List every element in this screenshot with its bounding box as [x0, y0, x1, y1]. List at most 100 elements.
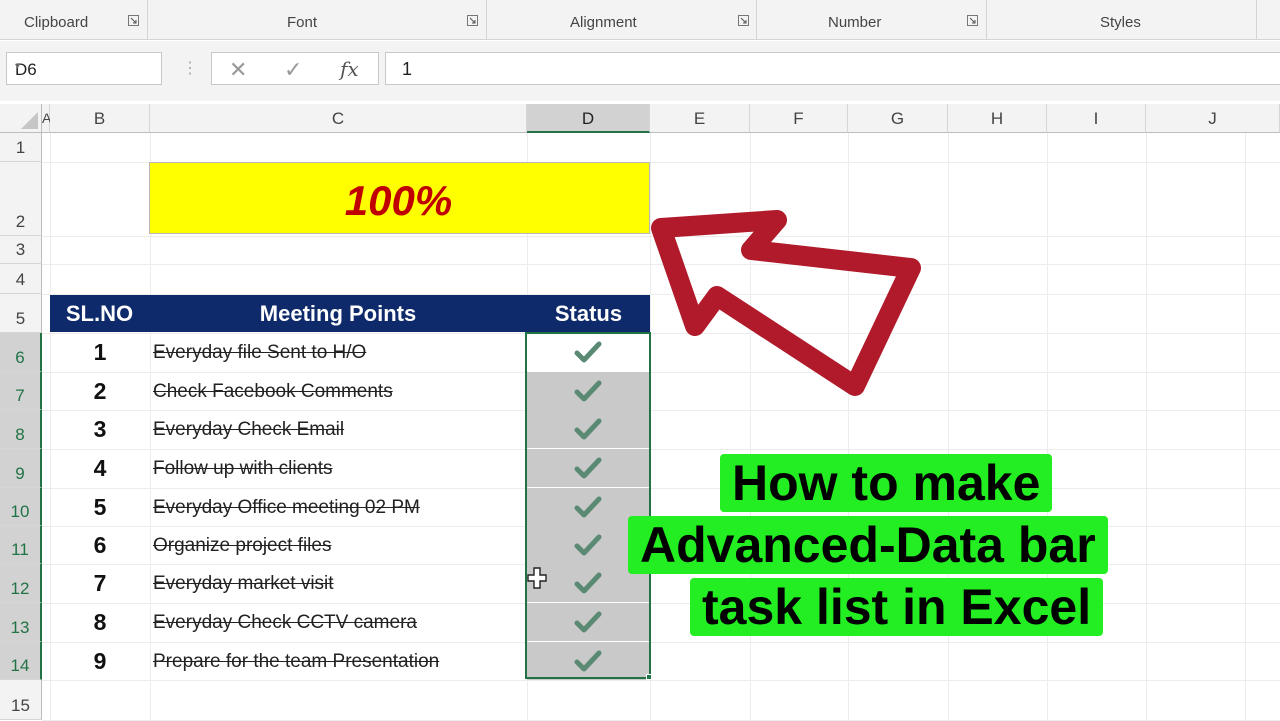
- row-number: 14: [10, 656, 30, 675]
- formula-controls: ✕ ✓ fx: [211, 52, 379, 85]
- header-status: Status: [554, 301, 623, 326]
- column-header-i[interactable]: I: [1047, 104, 1146, 133]
- row-header-9[interactable]: 9: [0, 449, 42, 488]
- ribbon-group-label: Number: [828, 14, 882, 31]
- column-header-g[interactable]: G: [848, 104, 948, 133]
- meeting-point-cell[interactable]: Follow up with clients: [153, 458, 333, 480]
- gridline: [1245, 133, 1246, 720]
- name-box[interactable]: D6 ▾: [6, 52, 162, 85]
- column-header-j[interactable]: J: [1146, 104, 1280, 133]
- row-number: 1: [15, 138, 26, 157]
- dropdown-icon[interactable]: ▾: [15, 61, 155, 72]
- row-header-6[interactable]: 6: [0, 333, 42, 372]
- meeting-point-cell[interactable]: Prepare for the team Presentation: [153, 651, 439, 673]
- meeting-point-cell[interactable]: Everyday Office meeting 02 PM: [153, 497, 420, 519]
- ribbon-group-label: Alignment: [570, 14, 637, 31]
- meeting-point-cell[interactable]: Everyday Check CCTV camera: [153, 612, 417, 634]
- gridline: [42, 680, 1280, 681]
- row-number: 2: [15, 212, 26, 231]
- row-header-11[interactable]: 11: [0, 526, 42, 564]
- dialog-launcher-icon[interactable]: [738, 15, 749, 26]
- sl-no-cell[interactable]: 9: [50, 648, 150, 675]
- meeting-point-cell[interactable]: Everyday market visit: [153, 573, 334, 595]
- row-header-4[interactable]: 4: [0, 264, 42, 294]
- gridline: [42, 410, 1280, 411]
- ribbon-group-label: Font: [287, 14, 318, 31]
- row-number: 5: [15, 309, 26, 328]
- row-number: 3: [15, 240, 26, 259]
- dialog-launcher-icon[interactable]: [128, 15, 139, 26]
- row-header-3[interactable]: 3: [0, 236, 42, 264]
- row-header-15[interactable]: 15: [0, 680, 42, 720]
- row-number: 13: [10, 618, 30, 637]
- row-header-5[interactable]: 5: [0, 294, 42, 333]
- row-number: 7: [15, 386, 25, 405]
- header-sl-no: SL.NO: [65, 301, 134, 326]
- formula-input[interactable]: 1: [385, 52, 1280, 85]
- dialog-launcher-icon[interactable]: [967, 15, 978, 26]
- column-header-d[interactable]: D: [527, 104, 650, 133]
- ribbon-group-styles: Styles: [986, 0, 1257, 40]
- sl-no-cell[interactable]: 5: [50, 494, 150, 521]
- move-cursor-icon: [526, 566, 548, 595]
- sl-no-cell[interactable]: 8: [50, 609, 150, 636]
- title-line-2: Advanced-Data bar: [628, 516, 1108, 574]
- ribbon-group-label: Styles: [1100, 14, 1141, 31]
- header-meeting-points: Meeting Points: [259, 301, 417, 326]
- title-line-3: task list in Excel: [690, 578, 1104, 636]
- formula-value: 1: [402, 59, 413, 79]
- meeting-point-cell[interactable]: Organize project files: [153, 535, 331, 557]
- row-number: 15: [11, 696, 30, 715]
- ribbon-group-label: Clipboard: [24, 14, 89, 31]
- ribbon: Clipboard Font Alignment Number Styles: [0, 0, 1280, 40]
- row-number: 10: [10, 502, 30, 521]
- sl-no-cell[interactable]: 6: [50, 532, 150, 559]
- column-header-b[interactable]: B: [50, 104, 150, 133]
- row-header-10[interactable]: 10: [0, 488, 42, 526]
- row-number: 6: [15, 348, 25, 367]
- splitter-icon[interactable]: ⋮: [182, 58, 198, 78]
- ribbon-group-clipboard: Clipboard: [0, 0, 148, 40]
- dialog-launcher-icon[interactable]: [467, 15, 478, 26]
- row-number: 11: [11, 540, 29, 559]
- row-header-8[interactable]: 8: [0, 410, 42, 449]
- sl-no-cell[interactable]: 7: [50, 570, 150, 597]
- cancel-x-icon[interactable]: ✕: [229, 57, 247, 83]
- fill-handle[interactable]: [646, 674, 652, 680]
- sl-no-cell[interactable]: 2: [50, 378, 150, 405]
- meeting-point-cell[interactable]: Check Facebook Comments: [153, 381, 393, 403]
- column-header-c[interactable]: C: [150, 104, 527, 133]
- enter-check-icon[interactable]: ✓: [284, 57, 302, 83]
- select-all-corner[interactable]: [0, 104, 42, 133]
- arrow-icon: [645, 200, 935, 405]
- row-header-14[interactable]: 14: [0, 642, 42, 680]
- row-header-13[interactable]: 13: [0, 603, 42, 642]
- column-header-a[interactable]: A: [42, 104, 51, 133]
- row-number: 12: [10, 579, 30, 598]
- title-line-1: How to make: [720, 454, 1053, 512]
- row-header-2[interactable]: 2: [0, 162, 42, 236]
- progress-value: 100%: [344, 177, 453, 224]
- progress-cell[interactable]: 100%: [149, 162, 650, 234]
- row-header-7[interactable]: 7: [0, 372, 42, 410]
- row-header-1[interactable]: 1: [0, 133, 42, 162]
- row-number: 4: [15, 270, 26, 289]
- row-number: 8: [15, 425, 25, 444]
- meeting-point-cell[interactable]: Everyday Check Email: [153, 419, 344, 441]
- table-header: SL.NO Meeting Points Status: [50, 295, 650, 332]
- ribbon-group-number: Number: [756, 0, 987, 40]
- meeting-point-cell[interactable]: Everyday file Sent to H/O: [153, 342, 366, 364]
- formula-bar: D6 ▾ ⋮ ✕ ✓ fx 1: [0, 41, 1280, 101]
- row-header-12[interactable]: 12: [0, 564, 42, 603]
- sl-no-cell[interactable]: 1: [50, 339, 150, 366]
- sl-no-cell[interactable]: 3: [50, 416, 150, 443]
- ribbon-group-font: Font: [147, 0, 487, 40]
- column-header-e[interactable]: E: [650, 104, 750, 133]
- sl-no-cell[interactable]: 4: [50, 455, 150, 482]
- fx-icon[interactable]: fx: [340, 57, 359, 81]
- column-header-h[interactable]: H: [948, 104, 1047, 133]
- ribbon-group-alignment: Alignment: [486, 0, 757, 40]
- column-header-f[interactable]: F: [750, 104, 848, 133]
- video-title-overlay: How to make Advanced-Data bar task list …: [628, 450, 1234, 650]
- row-number: 9: [15, 464, 25, 483]
